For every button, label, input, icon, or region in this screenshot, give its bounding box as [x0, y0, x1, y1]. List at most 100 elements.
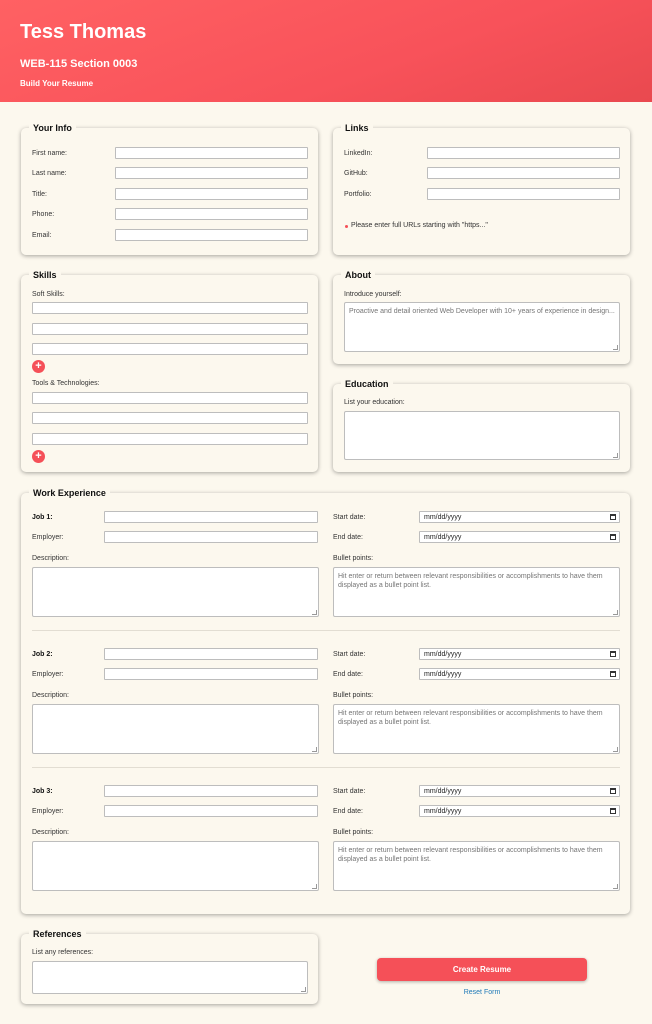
job-2-bullets-textarea[interactable]: Hit enter or return between relevant res… [333, 704, 620, 754]
job-2-title-input[interactable] [104, 648, 318, 660]
about-card: About Introduce yourself: Proactive and … [333, 270, 630, 364]
email-input[interactable] [115, 229, 308, 241]
portfolio-input[interactable] [427, 188, 620, 200]
page-title: Tess Thomas [20, 21, 147, 43]
add-soft-skill-button[interactable]: + [32, 360, 45, 373]
title-input[interactable] [115, 188, 308, 200]
job-2-bullets-label: Bullet points: [333, 692, 374, 699]
job-1-label: Job 1: [32, 514, 53, 521]
date-placeholder: mm/dd/yyyy [424, 671, 462, 678]
soft-skill-input-2[interactable] [32, 323, 308, 335]
tool-input-3[interactable] [32, 433, 308, 445]
job-2-end-date[interactable]: mm/dd/yyyy [419, 668, 620, 680]
job-3-description-textarea[interactable] [32, 841, 319, 891]
job-3-start-label: Start date: [333, 788, 366, 795]
calendar-icon[interactable] [610, 671, 616, 677]
job-1-start-date[interactable]: mm/dd/yyyy [419, 511, 620, 523]
job-1-end-label: End date: [333, 534, 363, 541]
education-textarea[interactable] [344, 411, 620, 460]
education-label: List your education: [344, 399, 405, 406]
course-title: WEB-115 Section 0003 [20, 58, 138, 70]
job-2-start-label: Start date: [333, 651, 366, 658]
job-2-employer-input[interactable] [104, 668, 318, 680]
tools-label: Tools & Technologies: [32, 380, 100, 387]
work-experience-heading: Work Experience [29, 488, 110, 498]
job-divider [32, 767, 620, 768]
job-3-bullets-label: Bullet points: [333, 829, 374, 836]
job-divider [32, 630, 620, 631]
phone-label: Phone: [32, 211, 55, 218]
soft-skill-input-3[interactable] [32, 343, 308, 355]
job-1-start-label: Start date: [333, 514, 366, 521]
links-card: Links LinkedIn: GitHub: Portfolio: Pleas… [333, 123, 630, 255]
first-name-label: First name: [32, 150, 68, 157]
job-3-bullets-textarea[interactable]: Hit enter or return between relevant res… [333, 841, 620, 891]
job-3-end-date[interactable]: mm/dd/yyyy [419, 805, 620, 817]
about-textarea[interactable]: Proactive and detail oriented Web Develo… [344, 302, 620, 352]
education-heading: Education [341, 379, 393, 389]
phone-input[interactable] [115, 208, 308, 220]
job-1-bullets-textarea[interactable]: Hit enter or return between relevant res… [333, 567, 620, 617]
job-1-bullets-label: Bullet points: [333, 555, 374, 562]
github-input[interactable] [427, 167, 620, 179]
tool-input-2[interactable] [32, 412, 308, 424]
job-3-label: Job 3: [32, 788, 53, 795]
job-1-employer-label: Employer: [32, 534, 64, 541]
add-tool-button[interactable]: + [32, 450, 45, 463]
your-info-card: Your Info First name: Last name: Title: … [21, 123, 318, 255]
references-card: References List any references: [21, 929, 318, 1004]
job-2-start-date[interactable]: mm/dd/yyyy [419, 648, 620, 660]
job-2-description-label: Description: [32, 692, 69, 699]
calendar-icon[interactable] [610, 514, 616, 520]
calendar-icon[interactable] [610, 534, 616, 540]
job-3-employer-input[interactable] [104, 805, 318, 817]
job-2-label: Job 2: [32, 651, 53, 658]
job-3-start-date[interactable]: mm/dd/yyyy [419, 785, 620, 797]
job-1-employer-input[interactable] [104, 531, 318, 543]
page-header: Tess Thomas WEB-115 Section 0003 Build Y… [0, 0, 652, 102]
skills-heading: Skills [29, 270, 61, 280]
soft-skill-input-1[interactable] [32, 302, 308, 314]
note-bullet-icon [345, 225, 348, 228]
references-heading: References [29, 929, 86, 939]
soft-skills-label: Soft Skills: [32, 291, 65, 298]
skills-card: Skills Soft Skills: + Tools & Technologi… [21, 270, 318, 472]
date-placeholder: mm/dd/yyyy [424, 808, 462, 815]
job-2-employer-label: Employer: [32, 671, 64, 678]
references-label: List any references: [32, 949, 94, 956]
title-label: Title: [32, 191, 47, 198]
portfolio-label: Portfolio: [344, 191, 372, 198]
tool-input-1[interactable] [32, 392, 308, 404]
job-1-end-date[interactable]: mm/dd/yyyy [419, 531, 620, 543]
education-card: Education List your education: [333, 379, 630, 472]
links-note: Please enter full URLs starting with "ht… [351, 222, 488, 229]
job-2-description-textarea[interactable] [32, 704, 319, 754]
page-subtitle: Build Your Resume [20, 79, 94, 88]
github-label: GitHub: [344, 170, 368, 177]
work-experience-card: Work Experience Job 1: Employer: Start d… [21, 488, 630, 914]
date-placeholder: mm/dd/yyyy [424, 788, 462, 795]
linkedin-label: LinkedIn: [344, 150, 373, 157]
links-heading: Links [341, 123, 373, 133]
last-name-input[interactable] [115, 167, 308, 179]
job-1-description-textarea[interactable] [32, 567, 319, 617]
calendar-icon[interactable] [610, 651, 616, 657]
about-heading: About [341, 270, 375, 280]
references-textarea[interactable] [32, 961, 308, 994]
last-name-label: Last name: [32, 170, 67, 177]
calendar-icon[interactable] [610, 788, 616, 794]
date-placeholder: mm/dd/yyyy [424, 651, 462, 658]
about-label: Introduce yourself: [344, 291, 402, 298]
calendar-icon[interactable] [610, 808, 616, 814]
your-info-heading: Your Info [29, 123, 76, 133]
job-1-description-label: Description: [32, 555, 69, 562]
job-3-description-label: Description: [32, 829, 69, 836]
first-name-input[interactable] [115, 147, 308, 159]
create-resume-button[interactable]: Create Resume [377, 958, 587, 981]
job-1-title-input[interactable] [104, 511, 318, 523]
job-3-end-label: End date: [333, 808, 363, 815]
job-3-employer-label: Employer: [32, 808, 64, 815]
job-3-title-input[interactable] [104, 785, 318, 797]
reset-form-link[interactable]: Reset Form [377, 989, 587, 996]
linkedin-input[interactable] [427, 147, 620, 159]
